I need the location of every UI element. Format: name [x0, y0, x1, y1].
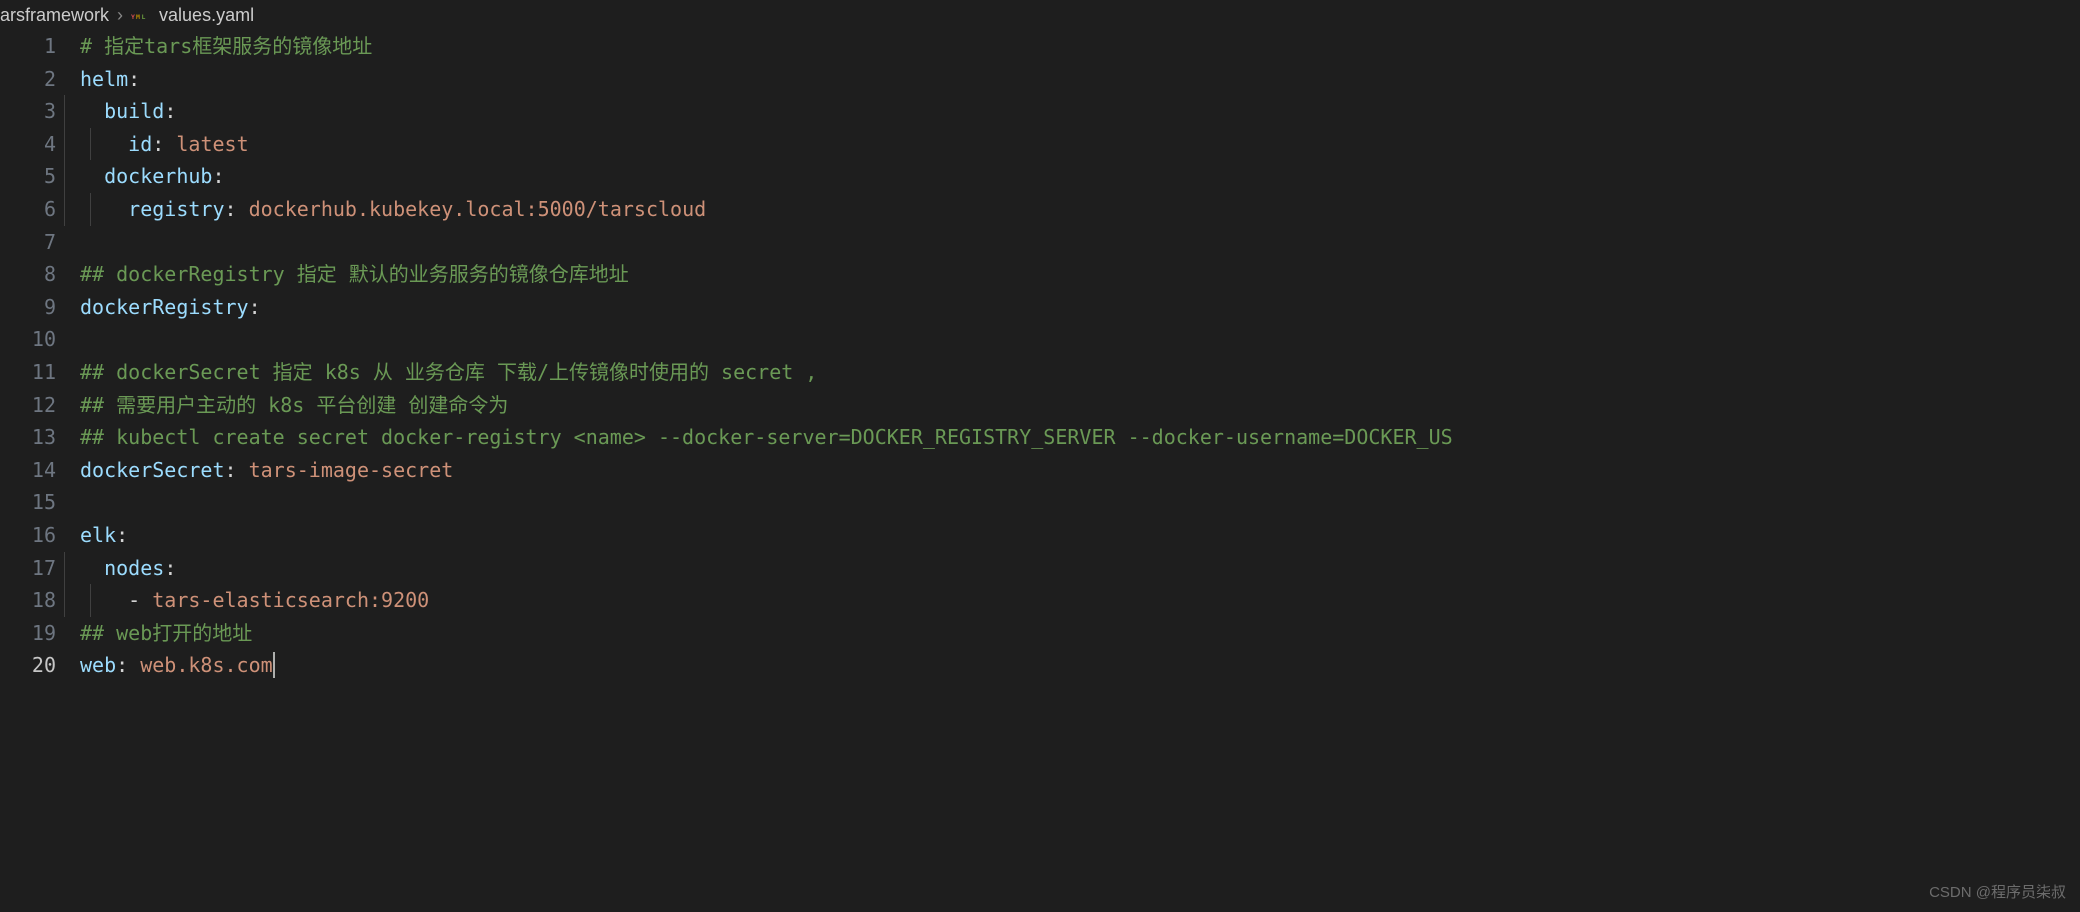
breadcrumb-separator-icon: ›	[117, 5, 123, 26]
code-line[interactable]	[64, 226, 2080, 259]
code-line[interactable]: - tars-elasticsearch:9200	[64, 584, 2080, 617]
code-line[interactable]	[64, 323, 2080, 356]
code-text: dockerhub:	[80, 164, 225, 188]
code-text: helm:	[80, 67, 140, 91]
indent-guide	[90, 193, 91, 226]
code-text: ## 需要用户主动的 k8s 平台创建 创建命令为	[80, 393, 508, 417]
line-number: 19	[0, 617, 56, 650]
svg-text:L: L	[142, 13, 146, 21]
yaml-file-icon: Y M L	[131, 8, 153, 22]
line-number: 11	[0, 356, 56, 389]
line-number: 16	[0, 519, 56, 552]
indent-guide	[90, 128, 91, 161]
line-number: 6	[0, 193, 56, 226]
breadcrumb-folder[interactable]: arsframework	[0, 5, 109, 26]
code-line[interactable]: elk:	[64, 519, 2080, 552]
text-cursor	[273, 652, 275, 678]
code-text: web: web.k8s.com	[80, 653, 275, 677]
code-text: build:	[80, 99, 176, 123]
line-number: 10	[0, 323, 56, 356]
code-text: dockerRegistry:	[80, 295, 261, 319]
line-number: 8	[0, 258, 56, 291]
code-line[interactable]: id: latest	[64, 128, 2080, 161]
code-line[interactable]: web: web.k8s.com	[64, 649, 2080, 682]
svg-text:Y: Y	[131, 13, 135, 21]
line-number: 14	[0, 454, 56, 487]
code-line[interactable]	[64, 486, 2080, 519]
code-line[interactable]: nodes:	[64, 552, 2080, 585]
code-line[interactable]: build:	[64, 95, 2080, 128]
code-text: ## dockerSecret 指定 k8s 从 业务仓库 下载/上传镜像时使用…	[80, 360, 817, 384]
code-line[interactable]: ## 需要用户主动的 k8s 平台创建 创建命令为	[64, 389, 2080, 422]
indent-guide	[90, 584, 91, 617]
line-number: 4	[0, 128, 56, 161]
line-number: 7	[0, 226, 56, 259]
code-text: ## dockerRegistry 指定 默认的业务服务的镜像仓库地址	[80, 262, 629, 286]
indent-guide	[64, 584, 65, 617]
code-line[interactable]: ## dockerSecret 指定 k8s 从 业务仓库 下载/上传镜像时使用…	[64, 356, 2080, 389]
line-number: 5	[0, 160, 56, 193]
indent-guide	[64, 193, 65, 226]
code-text: # 指定tars框架服务的镜像地址	[80, 34, 372, 58]
svg-text:M: M	[136, 13, 140, 21]
indent-guide	[64, 160, 65, 193]
code-text: registry: dockerhub.kubekey.local:5000/t…	[80, 197, 706, 221]
code-text: ## web打开的地址	[80, 621, 252, 645]
breadcrumb-file[interactable]: values.yaml	[159, 5, 254, 26]
code-line[interactable]: ## dockerRegistry 指定 默认的业务服务的镜像仓库地址	[64, 258, 2080, 291]
breadcrumb[interactable]: arsframework › Y M L values.yaml	[0, 0, 2080, 30]
code-editor[interactable]: 1234567891011121314151617181920 # 指定tars…	[0, 30, 2080, 682]
code-line[interactable]: ## web打开的地址	[64, 617, 2080, 650]
code-line[interactable]: # 指定tars框架服务的镜像地址	[64, 30, 2080, 63]
code-text: nodes:	[80, 556, 176, 580]
code-line[interactable]: registry: dockerhub.kubekey.local:5000/t…	[64, 193, 2080, 226]
code-text: - tars-elasticsearch:9200	[80, 588, 429, 612]
indent-guide	[64, 552, 65, 585]
indent-guide	[64, 128, 65, 161]
code-text: elk:	[80, 523, 128, 547]
code-line[interactable]: ## kubectl create secret docker-registry…	[64, 421, 2080, 454]
code-line[interactable]: dockerhub:	[64, 160, 2080, 193]
code-text: dockerSecret: tars-image-secret	[80, 458, 453, 482]
code-line[interactable]: helm:	[64, 63, 2080, 96]
line-number: 12	[0, 389, 56, 422]
line-number: 3	[0, 95, 56, 128]
code-line[interactable]: dockerRegistry:	[64, 291, 2080, 324]
code-text: id: latest	[80, 132, 249, 156]
code-line[interactable]: dockerSecret: tars-image-secret	[64, 454, 2080, 487]
line-number: 17	[0, 552, 56, 585]
line-number: 18	[0, 584, 56, 617]
code-content[interactable]: # 指定tars框架服务的镜像地址 helm: build: id: latest…	[64, 30, 2080, 682]
line-number: 2	[0, 63, 56, 96]
line-number-gutter: 1234567891011121314151617181920	[0, 30, 64, 682]
line-number: 1	[0, 30, 56, 63]
line-number: 15	[0, 486, 56, 519]
line-number: 9	[0, 291, 56, 324]
watermark-text: CSDN @程序员柒叔	[1929, 881, 2066, 902]
code-text: ## kubectl create secret docker-registry…	[80, 425, 1453, 449]
indent-guide	[64, 95, 65, 128]
line-number: 20	[0, 649, 56, 682]
line-number: 13	[0, 421, 56, 454]
